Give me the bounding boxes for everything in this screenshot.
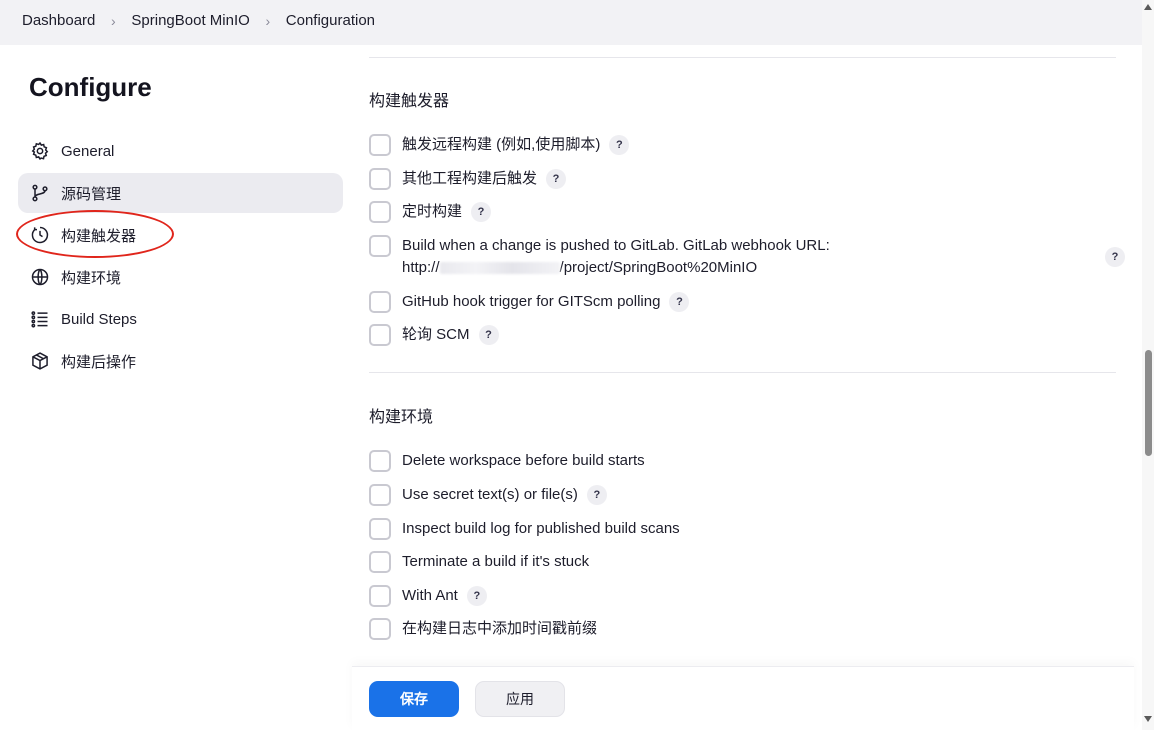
option-env-delete-workspace: Delete workspace before build starts — [369, 450, 645, 472]
sidebar-item-general[interactable]: General — [18, 131, 343, 171]
save-button[interactable]: 保存 — [369, 681, 459, 717]
annotation-highlight-ellipse — [16, 210, 174, 258]
package-icon — [30, 351, 50, 371]
option-env-secret-text: Use secret text(s) or file(s) ? — [369, 484, 607, 506]
option-label: Delete workspace before build starts — [402, 452, 645, 469]
bottom-action-bar — [352, 666, 1134, 730]
option-env-inspect-build-log: Inspect build log for published build sc… — [369, 518, 680, 540]
sidebar-item-post-build[interactable]: 构建后操作 — [18, 341, 343, 381]
option-trigger-github-hook: GitHub hook trigger for GITScm polling ? — [369, 291, 690, 313]
help-icon[interactable]: ? — [586, 485, 607, 505]
sidebar-item-label: Build Steps — [61, 310, 137, 328]
help-icon[interactable]: ? — [1105, 247, 1125, 267]
help-icon[interactable]: ? — [466, 586, 487, 606]
help-icon[interactable]: ? — [609, 135, 630, 155]
redacted-host — [439, 262, 560, 275]
option-trigger-poll-scm: 轮询 SCM ? — [369, 324, 499, 346]
checkbox[interactable] — [369, 450, 391, 472]
sidebar-item-label: 构建后操作 — [61, 353, 137, 371]
sidebar-nav: General 源码管理 构建触发器 构建环境 Build Steps 构建后操… — [18, 131, 343, 383]
gitlab-label: Build when a change is pushed to GitLab.… — [402, 237, 830, 254]
checkbox[interactable] — [369, 618, 391, 640]
sidebar-item-label: 构建环境 — [61, 269, 122, 287]
sidebar-item-label: 源码管理 — [61, 185, 122, 203]
breadcrumb-dashboard[interactable]: Dashboard — [22, 12, 95, 29]
checkbox[interactable] — [369, 168, 391, 190]
webhook-url-prefix: http:// — [402, 259, 440, 276]
scroll-down-arrow-icon[interactable] — [1144, 716, 1152, 722]
option-label: Inspect build log for published build sc… — [402, 520, 680, 537]
scroll-up-arrow-icon[interactable] — [1144, 4, 1152, 10]
sidebar-item-build-environment[interactable]: 构建环境 — [18, 257, 343, 297]
breadcrumb: Dashboard › SpringBoot MinIO › Configura… — [22, 12, 375, 29]
section-title-build-triggers: 构建触发器 — [369, 93, 450, 110]
help-icon[interactable]: ? — [471, 202, 492, 222]
checkbox[interactable] — [369, 134, 391, 156]
globe-icon — [30, 267, 50, 287]
webhook-url-suffix: /project/SpringBoot%20MinIO — [559, 259, 758, 276]
chevron-right-icon: › — [265, 12, 271, 29]
breadcrumb-job[interactable]: SpringBoot MinIO — [131, 12, 249, 29]
option-trigger-periodic: 定时构建 ? — [369, 201, 492, 223]
list-icon — [30, 309, 50, 329]
branch-icon — [30, 183, 50, 203]
option-trigger-gitlab: Build when a change is pushed to GitLab.… — [369, 235, 830, 279]
gear-icon — [30, 141, 50, 161]
help-icon[interactable]: ? — [478, 325, 499, 345]
option-trigger-remote: 触发远程构建 (例如,使用脚本) ? — [369, 134, 630, 156]
checkbox[interactable] — [369, 201, 391, 223]
option-env-terminate-stuck: Terminate a build if it's stuck — [369, 551, 589, 573]
checkbox[interactable] — [369, 585, 391, 607]
option-label: 轮询 SCM — [402, 326, 470, 343]
option-env-timestamps: 在构建日志中添加时间戳前缀 — [369, 618, 597, 640]
option-label: 其他工程构建后触发 — [402, 170, 538, 187]
option-label: Use secret text(s) or file(s) — [402, 486, 578, 503]
section-title-build-environment: 构建环境 — [369, 409, 434, 426]
help-icon[interactable]: ? — [546, 169, 567, 189]
top-bar: Dashboard › SpringBoot MinIO › Configura… — [0, 0, 1142, 45]
section-divider — [369, 372, 1116, 373]
checkbox[interactable] — [369, 235, 391, 257]
checkbox[interactable] — [369, 551, 391, 573]
option-label: GitHub hook trigger for GITScm polling — [402, 293, 661, 310]
option-env-with-ant: With Ant ? — [369, 585, 487, 607]
section-divider — [369, 57, 1116, 58]
scrollbar-thumb[interactable] — [1145, 350, 1152, 456]
checkbox[interactable] — [369, 484, 391, 506]
apply-button[interactable]: 应用 — [475, 681, 565, 717]
sidebar-item-label: General — [61, 142, 115, 160]
chevron-right-icon: › — [111, 12, 116, 29]
checkbox[interactable] — [369, 518, 391, 540]
help-icon[interactable]: ? — [669, 292, 690, 312]
option-label: 定时构建 — [402, 203, 463, 220]
sidebar-item-build-steps[interactable]: Build Steps — [18, 299, 343, 339]
option-label: 触发远程构建 (例如,使用脚本) — [402, 136, 601, 153]
checkbox[interactable] — [369, 324, 391, 346]
option-label: 在构建日志中添加时间戳前缀 — [402, 620, 598, 637]
option-trigger-after-other: 其他工程构建后触发 ? — [369, 168, 567, 190]
option-label: Build when a change is pushed to GitLab.… — [402, 235, 830, 279]
option-label: With Ant — [402, 587, 458, 604]
sidebar-item-scm[interactable]: 源码管理 — [18, 173, 343, 213]
breadcrumb-configuration[interactable]: Configuration — [286, 12, 375, 29]
checkbox[interactable] — [369, 291, 391, 313]
option-label: Terminate a build if it's stuck — [402, 553, 590, 570]
page-title: Configure — [29, 72, 152, 102]
